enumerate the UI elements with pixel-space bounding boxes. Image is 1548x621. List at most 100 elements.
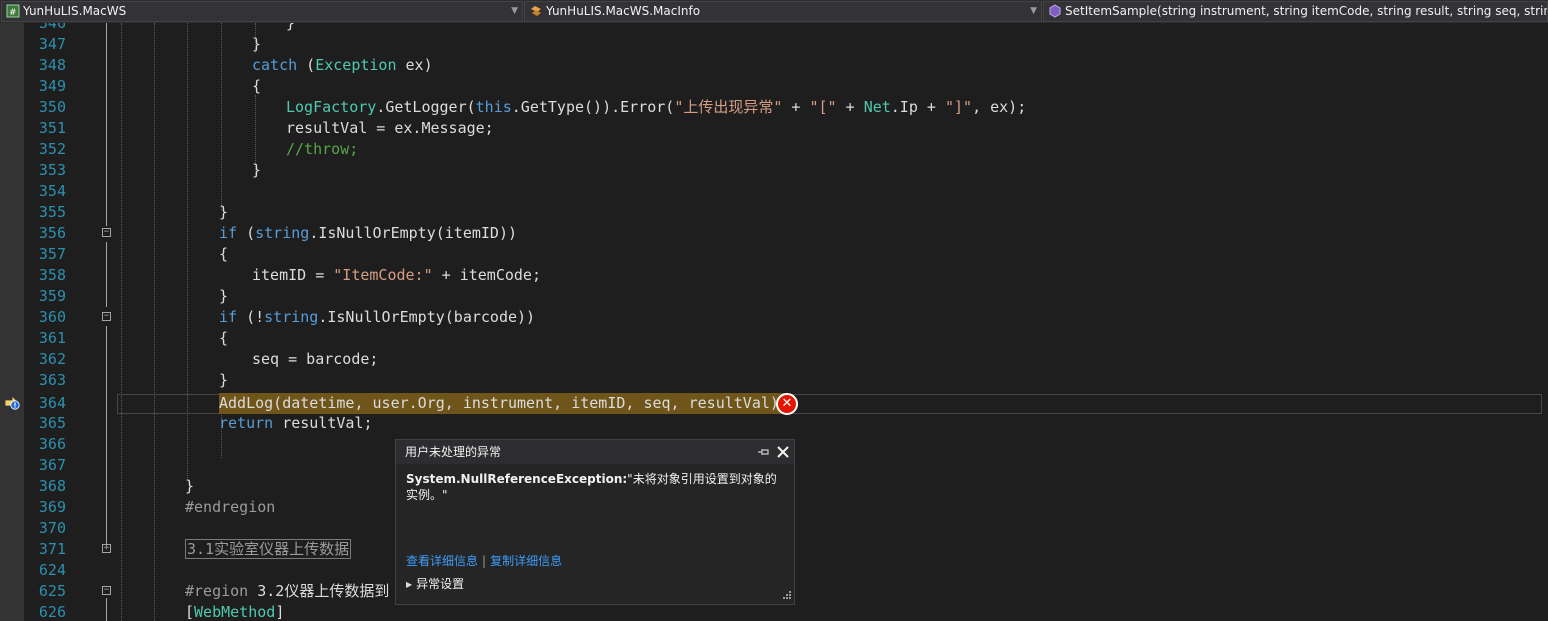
chevron-down-icon: ▼ — [1030, 6, 1037, 16]
code-line: 362 seq = barcode; — [24, 349, 1548, 370]
code-text: seq = barcode; — [252, 350, 379, 368]
code-line: 349 { — [24, 76, 1548, 97]
collapse-toggle[interactable]: − — [102, 586, 111, 595]
code-text: if (string.IsNullOrEmpty(itemID)) — [219, 224, 518, 242]
method-dropdown[interactable]: SetItemSample(string instrument, string … — [1043, 1, 1548, 22]
code-line: 356 − if (string.IsNullOrEmpty(itemID)) — [24, 223, 1548, 244]
line-number: 624 — [38, 561, 66, 579]
popup-links: 查看详细信息 | 复制详细信息 — [406, 552, 562, 570]
line-number: 353 — [38, 161, 66, 179]
line-number: 626 — [38, 603, 66, 621]
line-number: 347 — [38, 35, 66, 53]
resize-grip-icon[interactable] — [781, 591, 791, 601]
code-line: 358 itemID = "ItemCode:" + itemCode; — [24, 265, 1548, 286]
line-number: 349 — [38, 77, 66, 95]
code-text: #endregion — [185, 498, 276, 516]
line-number: 356 — [38, 224, 66, 242]
link-separator: | — [482, 554, 487, 568]
line-number: 354 — [38, 182, 66, 200]
glyph-margin[interactable] — [0, 23, 24, 621]
code-line: 357 { — [24, 244, 1548, 265]
collapse-toggle[interactable]: − — [102, 228, 111, 237]
error-icon[interactable]: ✕ — [776, 393, 798, 415]
code-line: 351 resultVal = ex.Message; — [24, 118, 1548, 139]
line-number: 362 — [38, 350, 66, 368]
code-line: 346 } — [24, 23, 1548, 34]
line-number: 371 — [38, 540, 66, 558]
code-line: 360 − if (!string.IsNullOrEmpty(barcode)… — [24, 307, 1548, 328]
code-text: } — [219, 287, 229, 305]
pin-icon[interactable] — [757, 446, 770, 458]
exception-helper-popup: 用户未处理的异常 System.NullReferenceException:"… — [395, 439, 795, 605]
code-line: 347 } — [24, 34, 1548, 55]
exception-settings-toggle[interactable]: ▶ 异常设置 — [406, 575, 464, 594]
line-number: 355 — [38, 203, 66, 221]
line-number: 360 — [38, 308, 66, 326]
code-text: { — [219, 245, 229, 263]
code-text: } — [219, 371, 229, 389]
popup-title: 用户未处理的异常 — [405, 445, 502, 459]
line-number: 369 — [38, 498, 66, 516]
method-icon — [1049, 4, 1061, 18]
copy-details-link[interactable]: 复制详细信息 — [490, 554, 562, 568]
line-number: 625 — [38, 582, 66, 600]
line-number: 365 — [38, 414, 66, 432]
code-text: catch (Exception ex) — [252, 56, 433, 74]
code-text: return resultVal; — [219, 414, 373, 432]
line-number: 364 — [38, 394, 66, 412]
execution-pointer-icon — [4, 395, 20, 411]
class-dropdown[interactable]: YunHuLIS.MacWS.MacInfo ▼ — [524, 1, 1042, 22]
chevron-down-icon: ▼ — [511, 6, 518, 16]
class-name: YunHuLIS.MacWS.MacInfo — [546, 4, 701, 18]
code-text: itemID = "ItemCode:" + itemCode; — [252, 266, 541, 284]
csharp-project-icon: # — [6, 4, 20, 18]
line-number: 359 — [38, 287, 66, 305]
exception-type: System.NullReferenceException: — [406, 472, 628, 486]
expand-toggle[interactable]: + — [102, 544, 111, 553]
code-text: } — [252, 35, 262, 53]
expand-triangle-icon: ▶ — [406, 580, 413, 589]
code-line: 353 } — [24, 160, 1548, 181]
line-number: 367 — [38, 456, 66, 474]
project-dropdown[interactable]: # YunHuLIS.MacWS ▼ — [1, 1, 523, 22]
line-number: 366 — [38, 435, 66, 453]
collapse-toggle[interactable]: − — [102, 312, 111, 321]
code-line: 365 return resultVal; — [24, 413, 1548, 434]
code-line: 359 } — [24, 286, 1548, 307]
code-text: [WebMethod] — [185, 603, 285, 621]
line-number: 358 — [38, 266, 66, 284]
line-number: 348 — [38, 56, 66, 74]
code-text: { — [252, 77, 262, 95]
line-number: 370 — [38, 519, 66, 537]
code-text: } — [185, 477, 195, 495]
svg-text:#: # — [9, 8, 17, 18]
code-text: } — [219, 203, 229, 221]
exception-settings-label: 异常设置 — [416, 577, 465, 591]
view-details-link[interactable]: 查看详细信息 — [406, 554, 478, 568]
code-text: } — [252, 161, 262, 179]
class-icon — [531, 6, 541, 16]
collapsed-region[interactable]: 3.1实验室仪器上传数据 — [185, 539, 352, 560]
code-text: } — [286, 23, 296, 32]
code-line: 361 { — [24, 328, 1548, 349]
close-icon[interactable] — [777, 446, 789, 458]
line-number: 351 — [38, 119, 66, 137]
code-line: 363 } — [24, 370, 1548, 391]
project-name: YunHuLIS.MacWS — [23, 4, 127, 18]
method-name: SetItemSample(string instrument, string … — [1065, 4, 1548, 18]
code-comment: //throw; — [286, 140, 359, 158]
code-line: 350 LogFactory.GetLogger(this.GetType())… — [24, 97, 1548, 118]
current-statement: AddLog(datetime, user.Org, instrument, i… — [219, 393, 788, 414]
code-line: 352 //throw; — [24, 139, 1548, 160]
line-number: 352 — [38, 140, 66, 158]
exception-message: System.NullReferenceException:"未将对象引用设置到… — [406, 471, 784, 503]
code-text: if (!string.IsNullOrEmpty(barcode)) — [219, 308, 536, 326]
popup-header[interactable]: 用户未处理的异常 — [396, 440, 794, 464]
code-text: LogFactory.GetLogger(this.GetType()).Err… — [286, 98, 1027, 116]
line-number: 363 — [38, 371, 66, 389]
line-number: 346 — [38, 23, 66, 32]
navigation-bar: # YunHuLIS.MacWS ▼ YunHuLIS.MacWS.MacInfo… — [0, 0, 1548, 24]
code-line: 355 } — [24, 202, 1548, 223]
line-number: 368 — [38, 477, 66, 495]
code-text: #region 3.2仪器上传数据到 — [185, 582, 390, 600]
